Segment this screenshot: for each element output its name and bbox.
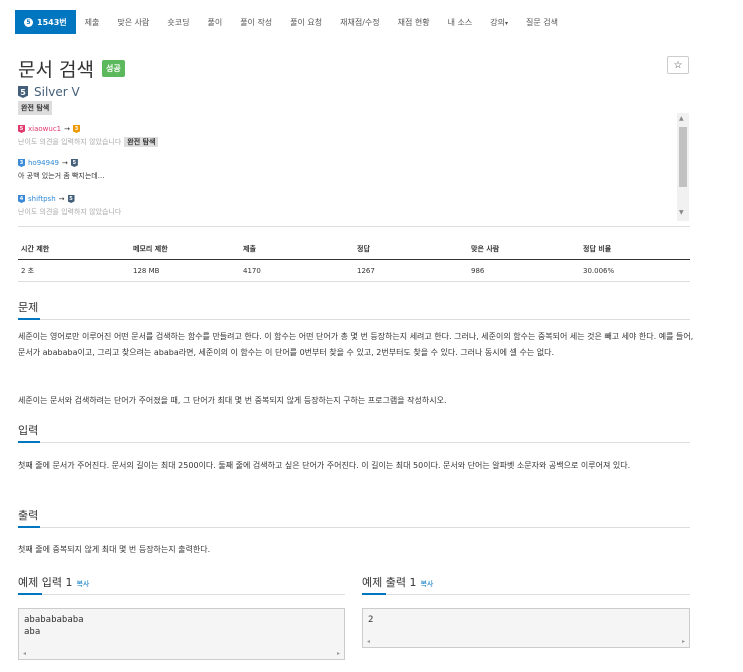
level-to-icon: 3 [73, 125, 80, 133]
arrow-icon: → [58, 195, 65, 203]
level-from-icon: 4 [18, 195, 25, 203]
table-row: 2 초 128 MB 4170 1267 986 30.006% [18, 260, 690, 282]
tab-solutions[interactable]: 풀이 [198, 17, 231, 28]
divider [18, 226, 690, 227]
divider [40, 319, 690, 320]
problem-description: 세준이는 영어로만 이루어진 어떤 문서를 검색하는 함수를 만들려고 한다. … [18, 332, 694, 357]
section-title-input: 입력 [18, 424, 39, 437]
opinion-text: 아 공백 있는거 좀 빡지는데... [18, 172, 105, 180]
copy-input-link[interactable]: 복사 [76, 580, 89, 588]
table-cell: 1267 [357, 266, 375, 275]
table-cell: 30.006% [583, 266, 615, 275]
tier-name: Silver V [34, 85, 80, 99]
scroll-up-icon[interactable]: ▲ [679, 115, 684, 122]
section-underline [18, 441, 40, 443]
opinions-scrollbar[interactable]: ▲ ▼ [677, 113, 689, 221]
opinion-text: 난이도 의견을 입력하지 않았습니다 [18, 138, 122, 146]
tab-rejudge[interactable]: 재채점/수정 [331, 17, 389, 28]
tier-icon: 5 [18, 86, 28, 98]
opinion-user-row: 3 ho94949 → 5 [18, 159, 104, 167]
opinion-text: 난이도 의견을 입력하지 않았습니다 [18, 208, 122, 216]
input-description: 첫째 줄에 문서가 주어진다. 문서의 길이는 최대 2500이다. 둘째 줄에… [18, 461, 631, 470]
tab-my-source[interactable]: 내 소스 [439, 17, 482, 28]
sample-output-title: 예제 출력 1 복사 [362, 574, 433, 590]
user-link[interactable]: shiftpsh [28, 195, 56, 203]
problem-header: 문서 검색 성공 [18, 55, 125, 82]
number-circle-icon: 5 [24, 17, 33, 27]
section-underline [362, 593, 386, 595]
tab-status[interactable]: 채점 현황 [389, 17, 439, 28]
table-header-cell: 제출 [243, 244, 256, 253]
favorite-star-button[interactable]: ☆ [667, 56, 689, 74]
divider [40, 527, 690, 528]
user-link[interactable]: xiaowuc1 [28, 125, 61, 133]
table-header-cell: 맞은 사람 [471, 244, 500, 253]
problem-nav: 5 1543번 제출 맞은 사람 숏코딩 풀이 풀이 작성 풀이 요청 재채점/… [15, 10, 567, 34]
scroll-down-icon[interactable]: ▼ [679, 209, 684, 216]
table-header-cell: 정답 비율 [583, 244, 612, 253]
sample-output-hscroll[interactable]: ◂ ▸ [363, 635, 689, 647]
output-description: 첫째 줄에 중복되지 않게 최대 몇 번 등장하는지 출력한다. [18, 545, 211, 554]
level-to-icon: 5 [67, 195, 75, 203]
arrow-icon: → [64, 125, 70, 133]
table-cell: 128 MB [133, 266, 160, 275]
sample-output-label: 예제 출력 1 [362, 576, 417, 589]
page-title: 문서 검색 [18, 59, 94, 81]
arrow-icon: → [62, 159, 68, 167]
opinion-user-row: 5 xiaowuc1 → 3 [18, 125, 158, 133]
scroll-left-icon[interactable]: ◂ [23, 650, 26, 657]
scroll-left-icon[interactable]: ◂ [367, 638, 370, 645]
tab-problem-number-label: 1543번 [37, 17, 67, 27]
divider [42, 594, 345, 595]
opinion-item: 4 shiftpsh → 5 난이도 의견을 입력하지 않았습니다 [18, 195, 121, 217]
copy-output-link[interactable]: 복사 [420, 580, 433, 588]
table-cell: 4170 [243, 266, 261, 275]
problem-description-2: 세준이는 문서와 검색하려는 단어가 주어졌을 때, 그 단어가 최대 몇 번 … [18, 396, 447, 405]
tab-lecture[interactable]: 강의▾ [481, 17, 517, 28]
table-cell: 2 초 [21, 266, 35, 275]
opinion-user-row: 4 shiftpsh → 5 [18, 195, 121, 203]
tab-write-solution[interactable]: 풀이 작성 [231, 17, 281, 28]
opinion-tag[interactable]: 완전 탐색 [124, 137, 159, 147]
level-from-icon: 5 [18, 125, 25, 133]
divider [386, 594, 690, 595]
section-title-output: 출력 [18, 509, 39, 522]
user-link[interactable]: ho94949 [28, 159, 59, 167]
opinion-body: 난이도 의견을 입력하지 않았습니다 완전 탐색 [18, 137, 159, 147]
table-cell: 986 [471, 266, 485, 275]
chevron-down-icon: ▾ [505, 19, 509, 27]
opinion-item: 3 ho94949 → 5 아 공백 있는거 좀 빡지는데... [18, 159, 104, 181]
sample-input-label: 예제 입력 1 [18, 576, 73, 589]
level-from-icon: 3 [18, 159, 25, 167]
divider [40, 442, 690, 443]
tier-info: 5 Silver V [18, 85, 80, 99]
tab-submit[interactable]: 제출 [76, 17, 109, 28]
level-to-icon: 5 [70, 159, 78, 167]
sample-input-title: 예제 입력 1 복사 [18, 574, 89, 590]
table-header-row: 시간 제한 메모리 제한 제출 정답 맞은 사람 정답 비율 [18, 238, 690, 260]
opinion-item: 5 xiaowuc1 → 3 난이도 의견을 입력하지 않았습니다 완전 탐색 [18, 125, 159, 147]
tab-problem-number[interactable]: 5 1543번 [15, 10, 76, 34]
scroll-right-icon[interactable]: ▸ [337, 650, 340, 657]
status-badge: 성공 [101, 60, 125, 77]
difficulty-opinions: 5 xiaowuc1 → 3 난이도 의견을 입력하지 않았습니다 완전 탐색 3… [18, 113, 690, 221]
table-header-cell: 시간 제한 [21, 244, 50, 253]
section-underline [18, 526, 40, 528]
tab-accepted-users[interactable]: 맞은 사람 [108, 17, 158, 28]
section-underline [18, 318, 40, 320]
problem-stats-table: 시간 제한 메모리 제한 제출 정답 맞은 사람 정답 비율 2 초 128 M… [18, 238, 690, 282]
table-header-cell: 정답 [357, 244, 370, 253]
tab-lecture-label: 강의 [490, 17, 505, 27]
tab-question-search[interactable]: 질문 검색 [517, 17, 567, 28]
tab-short-coding[interactable]: 숏코딩 [158, 17, 198, 28]
table-header-cell: 메모리 제한 [133, 244, 168, 253]
sample-input-hscroll[interactable]: ◂ ▸ [19, 647, 344, 659]
scroll-right-icon[interactable]: ▸ [682, 638, 685, 645]
section-title-problem: 문제 [18, 301, 39, 314]
section-underline [18, 593, 42, 595]
tab-request-solution[interactable]: 풀이 요청 [281, 17, 331, 28]
scrollbar-thumb[interactable] [679, 127, 687, 187]
